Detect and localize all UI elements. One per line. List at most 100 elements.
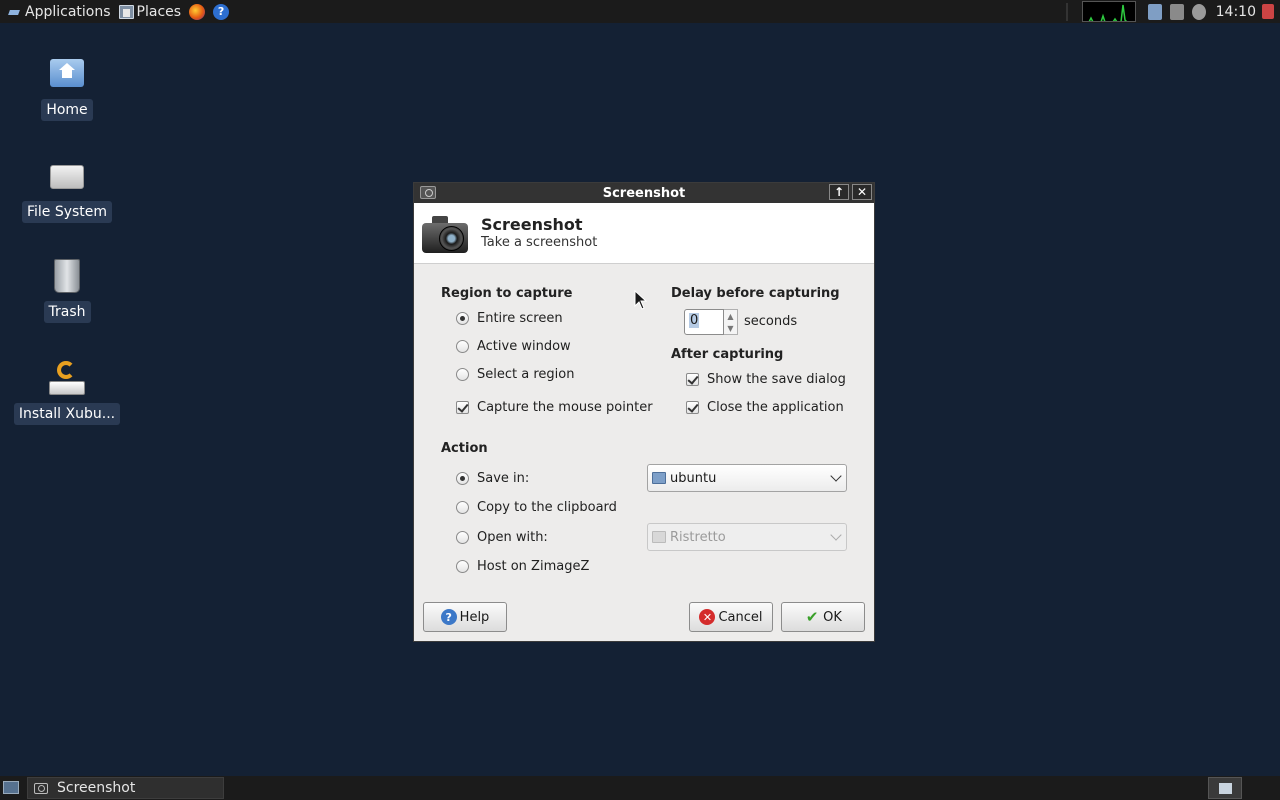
- close-button[interactable]: ✕: [852, 184, 872, 200]
- dialog-content: Region to capture Entire screen Active w…: [414, 265, 874, 595]
- radio-indicator[interactable]: [456, 472, 469, 485]
- mouse-cursor-icon: [634, 290, 648, 310]
- checkbox-capture-pointer[interactable]: Capture the mouse pointer: [456, 400, 653, 415]
- radio-host-zimagez[interactable]: Host on ZimageZ: [456, 559, 589, 574]
- checkbox-show-save-dialog[interactable]: Show the save dialog: [686, 372, 846, 387]
- radio-save-in[interactable]: Save in:: [456, 471, 529, 486]
- desktop-icon-label: File System: [21, 201, 113, 223]
- desktop-icon-file-system[interactable]: File System: [17, 157, 117, 223]
- camera-icon: [422, 213, 468, 255]
- home-folder-icon: [47, 55, 87, 95]
- camera-icon[interactable]: [420, 186, 436, 199]
- checkbox-close-application[interactable]: Close the application: [686, 400, 844, 415]
- delay-value: 0: [689, 313, 700, 328]
- bottom-panel: Screenshot: [0, 776, 1280, 800]
- firefox-launcher-icon[interactable]: [189, 3, 206, 20]
- application-icon: [652, 531, 666, 543]
- desktop-icon-label: Install Xubu...: [13, 403, 121, 425]
- radio-indicator[interactable]: [456, 312, 469, 325]
- desktop-icon-label: Trash: [43, 301, 91, 323]
- desktop-icon-home[interactable]: Home: [17, 55, 117, 121]
- chevron-down-icon: [830, 470, 842, 482]
- radio-copy-clipboard[interactable]: Copy to the clipboard: [456, 500, 617, 515]
- radio-label: Entire screen: [477, 311, 563, 326]
- desktop-icon-label: Home: [41, 99, 93, 121]
- trash-icon: [47, 257, 87, 297]
- task-label: Screenshot: [57, 780, 136, 796]
- xfce-menu-icon: [8, 7, 22, 17]
- radio-label: Save in:: [477, 471, 530, 486]
- checkbox-label: Close the application: [707, 400, 844, 415]
- open-with-app-select[interactable]: Ristretto: [647, 523, 847, 551]
- radio-label: Host on ZimageZ: [477, 559, 590, 574]
- spin-up-icon[interactable]: ▲: [727, 312, 733, 321]
- action-heading: Action: [441, 441, 488, 456]
- installer-icon: [47, 359, 87, 399]
- header-subtitle: Take a screenshot: [481, 235, 598, 250]
- help-button-label: Help: [459, 609, 490, 625]
- radio-active-window[interactable]: Active window: [456, 339, 571, 354]
- applications-label: Applications: [25, 3, 111, 20]
- screenshot-dialog: Screenshot ↑ ✕ Screenshot Take a screens…: [413, 182, 875, 642]
- top-panel: Applications Places ? 14:10: [0, 0, 1280, 23]
- folder-icon: [652, 472, 666, 484]
- delay-spinner[interactable]: 0 ▲ ▼: [684, 309, 738, 335]
- radio-indicator[interactable]: [456, 560, 469, 573]
- radio-select-region[interactable]: Select a region: [456, 367, 574, 382]
- cancel-button-label: Cancel: [718, 609, 763, 625]
- panel-separator: [1065, 2, 1068, 21]
- cancel-button[interactable]: ✕ Cancel: [689, 602, 773, 632]
- window-title: Screenshot: [602, 185, 686, 201]
- checkbox-indicator[interactable]: [686, 373, 699, 386]
- delay-heading: Delay before capturing: [671, 286, 840, 301]
- help-icon: ?: [440, 609, 457, 625]
- places-icon: [118, 4, 134, 19]
- workspace-switcher[interactable]: [1208, 777, 1242, 799]
- spinner-arrows[interactable]: ▲ ▼: [724, 309, 738, 335]
- radio-indicator[interactable]: [456, 368, 469, 381]
- delay-unit-label: seconds: [744, 314, 798, 329]
- radio-indicator[interactable]: [456, 531, 469, 544]
- checkbox-indicator[interactable]: [686, 401, 699, 414]
- delay-input[interactable]: 0: [684, 309, 724, 335]
- radio-indicator[interactable]: [456, 501, 469, 514]
- clock[interactable]: 14:10: [1216, 4, 1256, 20]
- checkbox-indicator[interactable]: [456, 401, 469, 414]
- clipboard-manager-icon[interactable]: [1147, 3, 1162, 20]
- checkbox-label: Show the save dialog: [707, 372, 846, 387]
- spin-down-icon[interactable]: ▼: [727, 324, 733, 333]
- system-tray: 14:10: [1065, 0, 1280, 23]
- places-menu[interactable]: Places: [115, 0, 186, 23]
- hard-drive-icon: [47, 157, 87, 197]
- shade-button[interactable]: ↑: [829, 184, 849, 200]
- header-title: Screenshot: [481, 215, 583, 234]
- open-with-value: Ristretto: [670, 529, 726, 545]
- applications-menu[interactable]: Applications: [0, 0, 115, 23]
- radio-open-with[interactable]: Open with:: [456, 530, 548, 545]
- taskbar-item-screenshot[interactable]: Screenshot: [27, 777, 224, 799]
- cancel-icon: ✕: [699, 609, 716, 625]
- ok-button-label: OK: [823, 609, 842, 625]
- system-load-monitor[interactable]: [1081, 1, 1136, 22]
- dialog-titlebar[interactable]: Screenshot ↑ ✕: [414, 183, 874, 203]
- desktop-icon-trash[interactable]: Trash: [17, 257, 117, 323]
- dialog-header: Screenshot Take a screenshot: [414, 203, 874, 264]
- save-in-value: ubuntu: [670, 470, 717, 486]
- save-in-folder-select[interactable]: ubuntu: [647, 464, 847, 492]
- volume-icon[interactable]: [1191, 3, 1206, 20]
- checkmark-icon: ✔: [805, 608, 819, 626]
- help-launcher-icon[interactable]: ?: [213, 3, 230, 20]
- radio-indicator[interactable]: [456, 340, 469, 353]
- desktop-icon-install-xubuntu[interactable]: Install Xubu...: [13, 359, 121, 425]
- show-desktop-icon[interactable]: [3, 781, 19, 794]
- network-disconnected-icon[interactable]: [1169, 3, 1184, 20]
- help-button[interactable]: ? Help: [423, 602, 507, 632]
- chevron-down-icon: [830, 529, 842, 541]
- radio-label: Copy to the clipboard: [477, 500, 617, 515]
- region-heading: Region to capture: [441, 286, 573, 301]
- ok-button[interactable]: ✔ OK: [781, 602, 865, 632]
- logout-icon[interactable]: [1262, 4, 1274, 19]
- radio-entire-screen[interactable]: Entire screen: [456, 311, 563, 326]
- after-capturing-heading: After capturing: [671, 347, 784, 362]
- places-label: Places: [136, 3, 182, 20]
